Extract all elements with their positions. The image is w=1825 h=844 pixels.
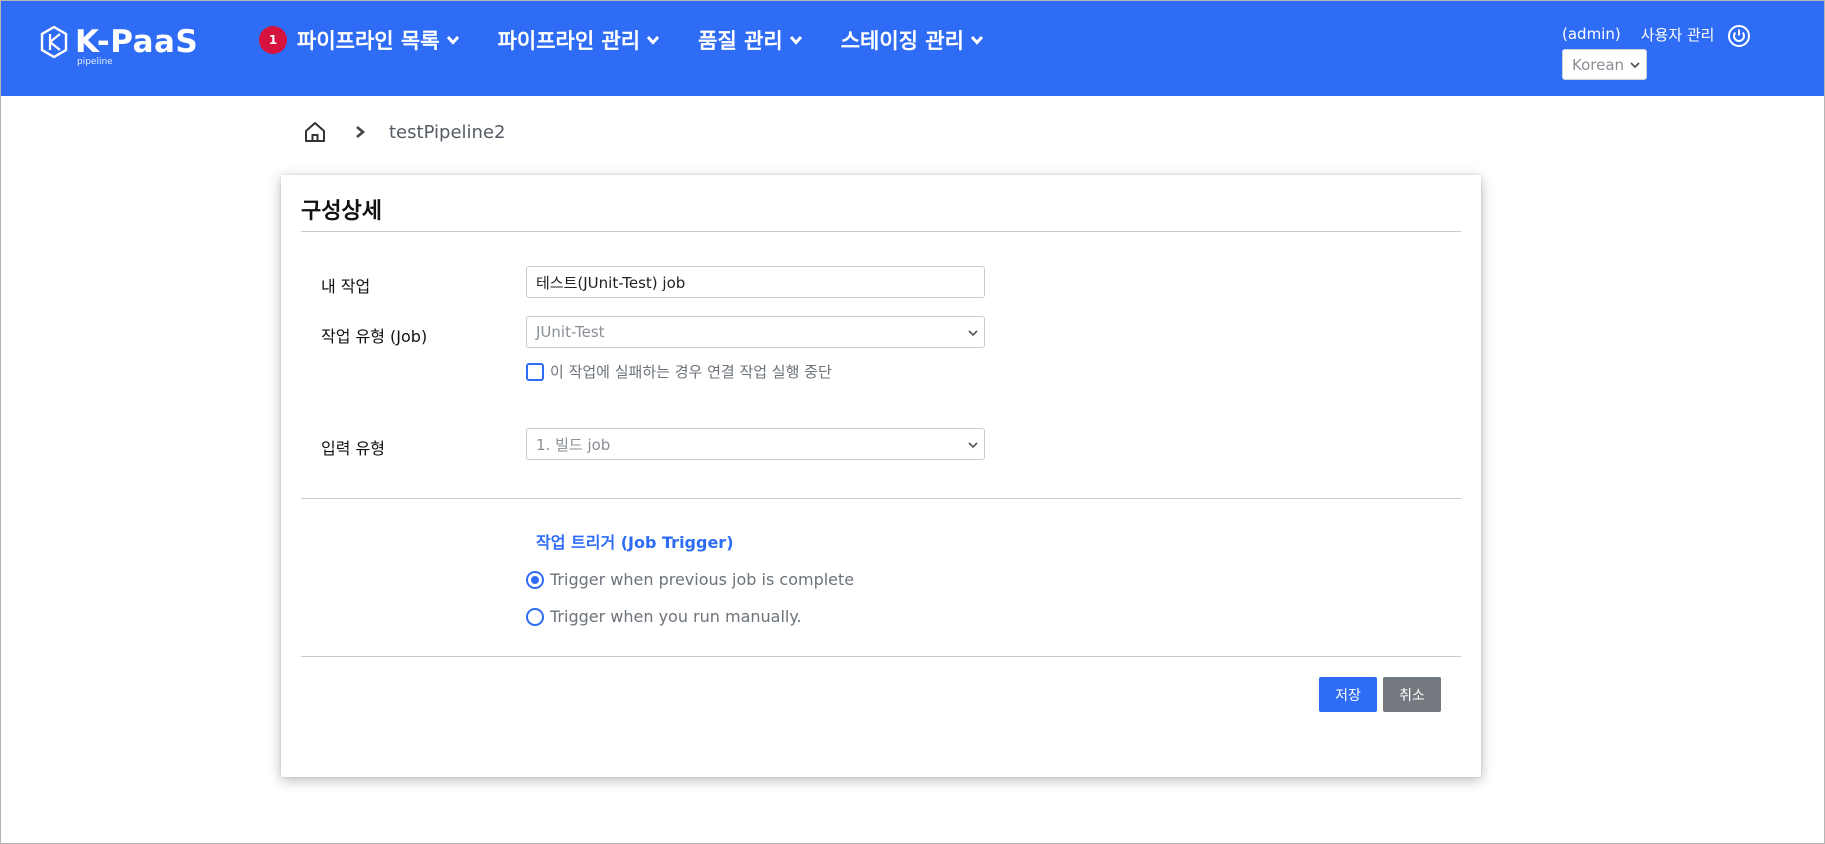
chevron-down-icon	[1630, 62, 1640, 69]
top-navbar: K-PaaS pipeline 1 파이프라인 목록 파이프라인 관리 품질 관…	[1, 1, 1824, 96]
trigger-previous-radio[interactable]	[526, 570, 544, 589]
job-trigger-heading: 작업 트리거 (Job Trigger)	[536, 533, 734, 552]
my-job-input[interactable]: 테스트(JUnit-Test) job	[526, 266, 985, 298]
job-type-label: 작업 유형 (Job)	[321, 327, 428, 346]
nav-label: 파이프라인 목록	[297, 29, 440, 53]
nav-label: 파이프라인 관리	[497, 29, 641, 53]
nav-quality-management[interactable]: 품질 관리	[698, 25, 803, 55]
stop-on-fail-checkbox[interactable]	[526, 362, 544, 381]
breadcrumb: testPipeline2	[303, 119, 505, 145]
input-type-select[interactable]: 1. 빌드 job	[526, 428, 985, 460]
save-button[interactable]: 저장	[1319, 677, 1377, 712]
brand-name: K-PaaS	[75, 24, 199, 60]
job-type-value: JUnit-Test	[536, 323, 605, 341]
nav-pipeline-list[interactable]: 파이프라인 목록	[297, 25, 460, 55]
cancel-button[interactable]: 취소	[1383, 677, 1441, 712]
chevron-down-icon	[446, 35, 459, 45]
my-job-value: 테스트(JUnit-Test) job	[536, 273, 686, 292]
actions-divider	[301, 656, 1461, 657]
nav-label: 스테이징 관리	[840, 29, 964, 53]
stop-on-fail-label: 이 작업에 실패하는 경우 연결 작업 실행 중단	[550, 363, 832, 381]
chevron-down-icon	[970, 35, 984, 45]
chevron-down-icon	[968, 442, 978, 449]
chevron-down-icon	[968, 330, 978, 337]
language-select[interactable]: Korean	[1562, 49, 1647, 80]
nav-label: 품질 관리	[698, 29, 783, 53]
current-user: (admin)	[1562, 25, 1621, 43]
nav-pipeline-management[interactable]: 파이프라인 관리	[498, 25, 661, 55]
trigger-option-label: Trigger when you run manually.	[550, 607, 802, 626]
trigger-manual-radio[interactable]	[526, 607, 544, 626]
home-icon[interactable]	[303, 120, 327, 144]
input-type-value: 1. 빌드 job	[536, 435, 611, 454]
config-detail-card: 구성상세 내 작업 테스트(JUnit-Test) job 작업 유형 (Job…	[281, 175, 1481, 777]
my-job-label: 내 작업	[321, 277, 371, 296]
job-type-select[interactable]: JUnit-Test	[526, 316, 985, 348]
trigger-option-previous-complete: Trigger when previous job is complete	[526, 570, 854, 589]
trigger-option-label: Trigger when previous job is complete	[550, 570, 855, 589]
brand-subtitle: pipeline	[77, 57, 113, 67]
page-title: 구성상세	[301, 199, 382, 224]
input-type-label: 입력 유형	[321, 439, 385, 458]
brand-logo[interactable]: K-PaaS pipeline	[39, 25, 198, 71]
section-divider	[301, 498, 1461, 499]
breadcrumb-current[interactable]: testPipeline2	[389, 122, 505, 143]
stop-on-fail-option: 이 작업에 실패하는 경우 연결 작업 실행 중단	[526, 361, 832, 382]
chevron-down-icon	[789, 35, 802, 45]
title-divider	[301, 231, 1461, 232]
chevron-down-icon	[647, 35, 660, 45]
notification-badge: 1	[259, 26, 287, 54]
main-nav: 1 파이프라인 목록 파이프라인 관리 품질 관리 스테이징 관리	[259, 23, 1022, 57]
chevron-right-icon	[356, 126, 366, 138]
header-user-area: (admin) 사용자 관리 Korean	[1562, 23, 1750, 80]
nav-staging-management[interactable]: 스테이징 관리	[841, 25, 984, 55]
kpaas-logo-icon	[40, 25, 68, 59]
user-management-link[interactable]: 사용자 관리	[1641, 24, 1715, 45]
trigger-option-manual: Trigger when you run manually.	[526, 607, 802, 626]
language-value: Korean	[1572, 55, 1625, 74]
power-icon[interactable]	[1727, 24, 1751, 48]
